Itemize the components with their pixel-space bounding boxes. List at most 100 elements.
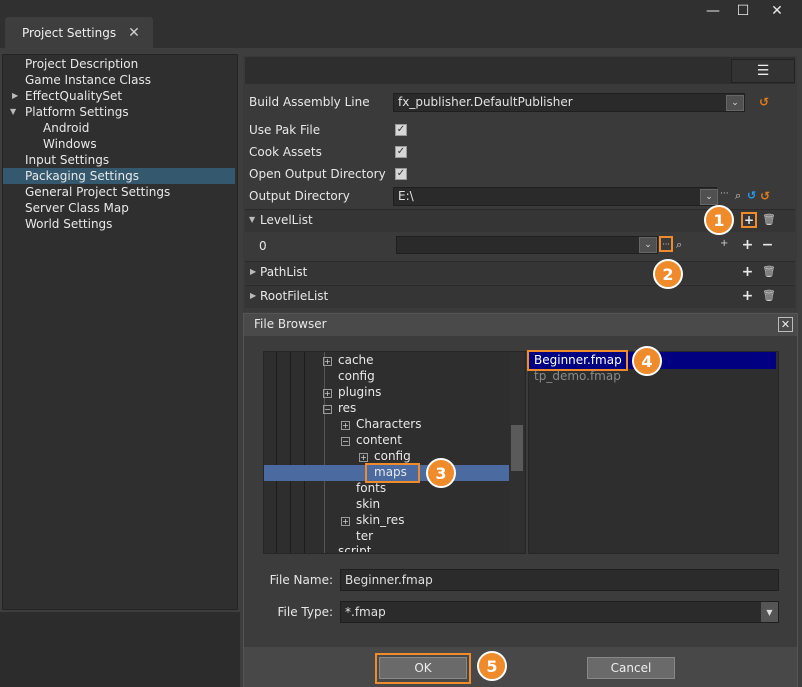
step-badge-1: 1: [704, 205, 734, 235]
sidebar-item-world-settings[interactable]: World Settings: [25, 216, 112, 232]
tab-close-icon[interactable]: ✕: [128, 25, 140, 41]
file-type-select[interactable]: *.fmap: [340, 601, 779, 623]
tree-toggle-icon[interactable]: +: [323, 357, 332, 366]
tab-project-settings[interactable]: Project Settings ✕: [5, 17, 153, 48]
add-element-button[interactable]: +: [741, 212, 757, 228]
trash-icon[interactable]: 🗑: [762, 265, 776, 278]
tree-toggle-icon[interactable]: −: [341, 437, 350, 446]
minimize-button[interactable]: —: [696, 0, 730, 22]
tree-node[interactable]: config: [338, 369, 375, 383]
use-selected-icon[interactable]: ↺: [747, 189, 756, 202]
expand-icon[interactable]: ▶: [250, 291, 256, 300]
file-item[interactable]: tp_demo.fmap: [534, 369, 621, 383]
insert-icon[interactable]: +: [720, 238, 728, 249]
minus-icon: −: [761, 236, 774, 253]
file-name-input[interactable]: Beginner.fmap: [340, 569, 779, 591]
expand-icon[interactable]: ▶: [12, 91, 18, 100]
build-assembly-line-dropdown[interactable]: fx_publisher.DefaultPublisher: [393, 93, 745, 112]
tree-node[interactable]: skin_res: [356, 513, 404, 527]
chevron-down-icon[interactable]: ⌄: [700, 189, 718, 205]
open-output-directory-checkbox[interactable]: ✓: [395, 168, 407, 180]
output-directory-label: Output Directory: [249, 189, 350, 203]
tree-toggle-icon[interactable]: +: [359, 453, 368, 462]
step-badge-4: 4: [632, 346, 662, 376]
sidebar-item-android[interactable]: Android: [43, 120, 89, 136]
expand-icon[interactable]: ▶: [250, 267, 256, 276]
level-list-title: LevelList: [260, 213, 313, 227]
tree-node[interactable]: config: [374, 449, 411, 463]
file-name-value: Beginner.fmap: [345, 573, 433, 587]
reset-icon[interactable]: ↺: [759, 95, 769, 109]
tree-toggle-icon[interactable]: +: [323, 389, 332, 398]
ok-button[interactable]: OK: [379, 657, 467, 679]
collapse-icon[interactable]: ▼: [10, 107, 16, 116]
tree-node[interactable]: ter: [356, 529, 373, 543]
reset-icon[interactable]: ↺: [760, 189, 770, 203]
tree-guide-line: [324, 352, 325, 553]
chevron-down-icon[interactable]: ▼: [761, 602, 778, 622]
sidebar-item-general-project-settings[interactable]: General Project Settings: [25, 184, 170, 200]
browse-button[interactable]: ···: [659, 236, 673, 252]
tree-node[interactable]: cache: [338, 353, 374, 367]
details-toolbar: [245, 57, 795, 84]
cook-assets-checkbox[interactable]: ✓: [395, 146, 407, 158]
chevron-down-icon[interactable]: ⌄: [639, 237, 657, 253]
search-icon[interactable]: ⌕: [676, 238, 682, 252]
step-badge-5: 5: [477, 651, 507, 681]
tree-node[interactable]: plugins: [338, 385, 381, 399]
tree-toggle-icon[interactable]: +: [341, 517, 350, 526]
close-icon: ✕: [771, 3, 783, 19]
close-window-button[interactable]: ✕: [760, 0, 794, 22]
output-directory-value: E:\: [398, 189, 414, 203]
build-assembly-line-label: Build Assembly Line: [249, 95, 370, 109]
dialog-footer: [244, 647, 797, 687]
sidebar-item-windows[interactable]: Windows: [43, 136, 97, 152]
tree-node-selected[interactable]: maps: [374, 465, 407, 479]
sidebar-item-game-instance-class[interactable]: Game Instance Class: [25, 72, 151, 88]
remove-button[interactable]: −: [760, 236, 775, 253]
add-button[interactable]: +: [740, 264, 755, 280]
combo-glyph: ⌄: [644, 240, 652, 250]
add-button[interactable]: +: [740, 288, 755, 304]
file-item-selected[interactable]: Beginner.fmap: [534, 353, 622, 367]
tree-node[interactable]: script: [338, 544, 371, 552]
browse-dots-icon[interactable]: ···: [720, 189, 729, 199]
tree-guide-line: [276, 352, 277, 553]
tree-toggle-icon[interactable]: +: [341, 421, 350, 430]
collapse-icon[interactable]: ▼: [249, 215, 255, 224]
tree-node[interactable]: fonts: [356, 481, 386, 495]
tree-guide-line: [290, 352, 291, 553]
add-button[interactable]: +: [740, 237, 755, 253]
cancel-button[interactable]: Cancel: [587, 657, 675, 679]
dialog-title: File Browser: [254, 317, 327, 331]
tree-node[interactable]: skin: [356, 497, 380, 511]
output-directory-field[interactable]: E:\: [393, 187, 717, 206]
browse-dots-icon: ···: [662, 239, 670, 249]
maximize-button[interactable]: ☐: [726, 0, 760, 22]
plus-icon: +: [743, 213, 755, 227]
tree-node[interactable]: res: [338, 401, 356, 415]
tree-node[interactable]: content: [356, 433, 402, 447]
dialog-close-button[interactable]: ✕: [778, 317, 793, 332]
menu-button[interactable]: ☰: [731, 59, 795, 83]
level-path-field[interactable]: [396, 236, 658, 254]
sidebar-item-packaging-settings[interactable]: Packaging Settings: [3, 168, 235, 184]
sidebar-item-platform-settings[interactable]: Platform Settings: [25, 104, 129, 120]
tree-scrollbar-thumb[interactable]: [511, 425, 523, 471]
use-pak-file-checkbox[interactable]: ✓: [395, 124, 407, 136]
path-list-title: PathList: [260, 265, 308, 279]
file-type-label: File Type:: [277, 605, 334, 619]
search-icon[interactable]: ⌕: [735, 189, 741, 203]
sidebar-item-effect-quality-set[interactable]: EffectQualitySet: [25, 88, 122, 104]
cook-assets-label: Cook Assets: [249, 145, 322, 159]
tree-toggle-icon[interactable]: −: [323, 405, 332, 414]
path-list-header[interactable]: [245, 261, 795, 284]
file-type-value: *.fmap: [345, 605, 386, 619]
trash-icon[interactable]: 🗑: [762, 213, 776, 226]
sidebar-item-project-description[interactable]: Project Description: [25, 56, 138, 72]
tree-node[interactable]: Characters: [356, 417, 422, 431]
trash-icon[interactable]: 🗑: [762, 289, 776, 302]
sidebar-item-server-class-map[interactable]: Server Class Map: [25, 200, 129, 216]
sidebar-item-input-settings[interactable]: Input Settings: [25, 152, 109, 168]
chevron-down-icon[interactable]: ⌄: [726, 95, 744, 111]
